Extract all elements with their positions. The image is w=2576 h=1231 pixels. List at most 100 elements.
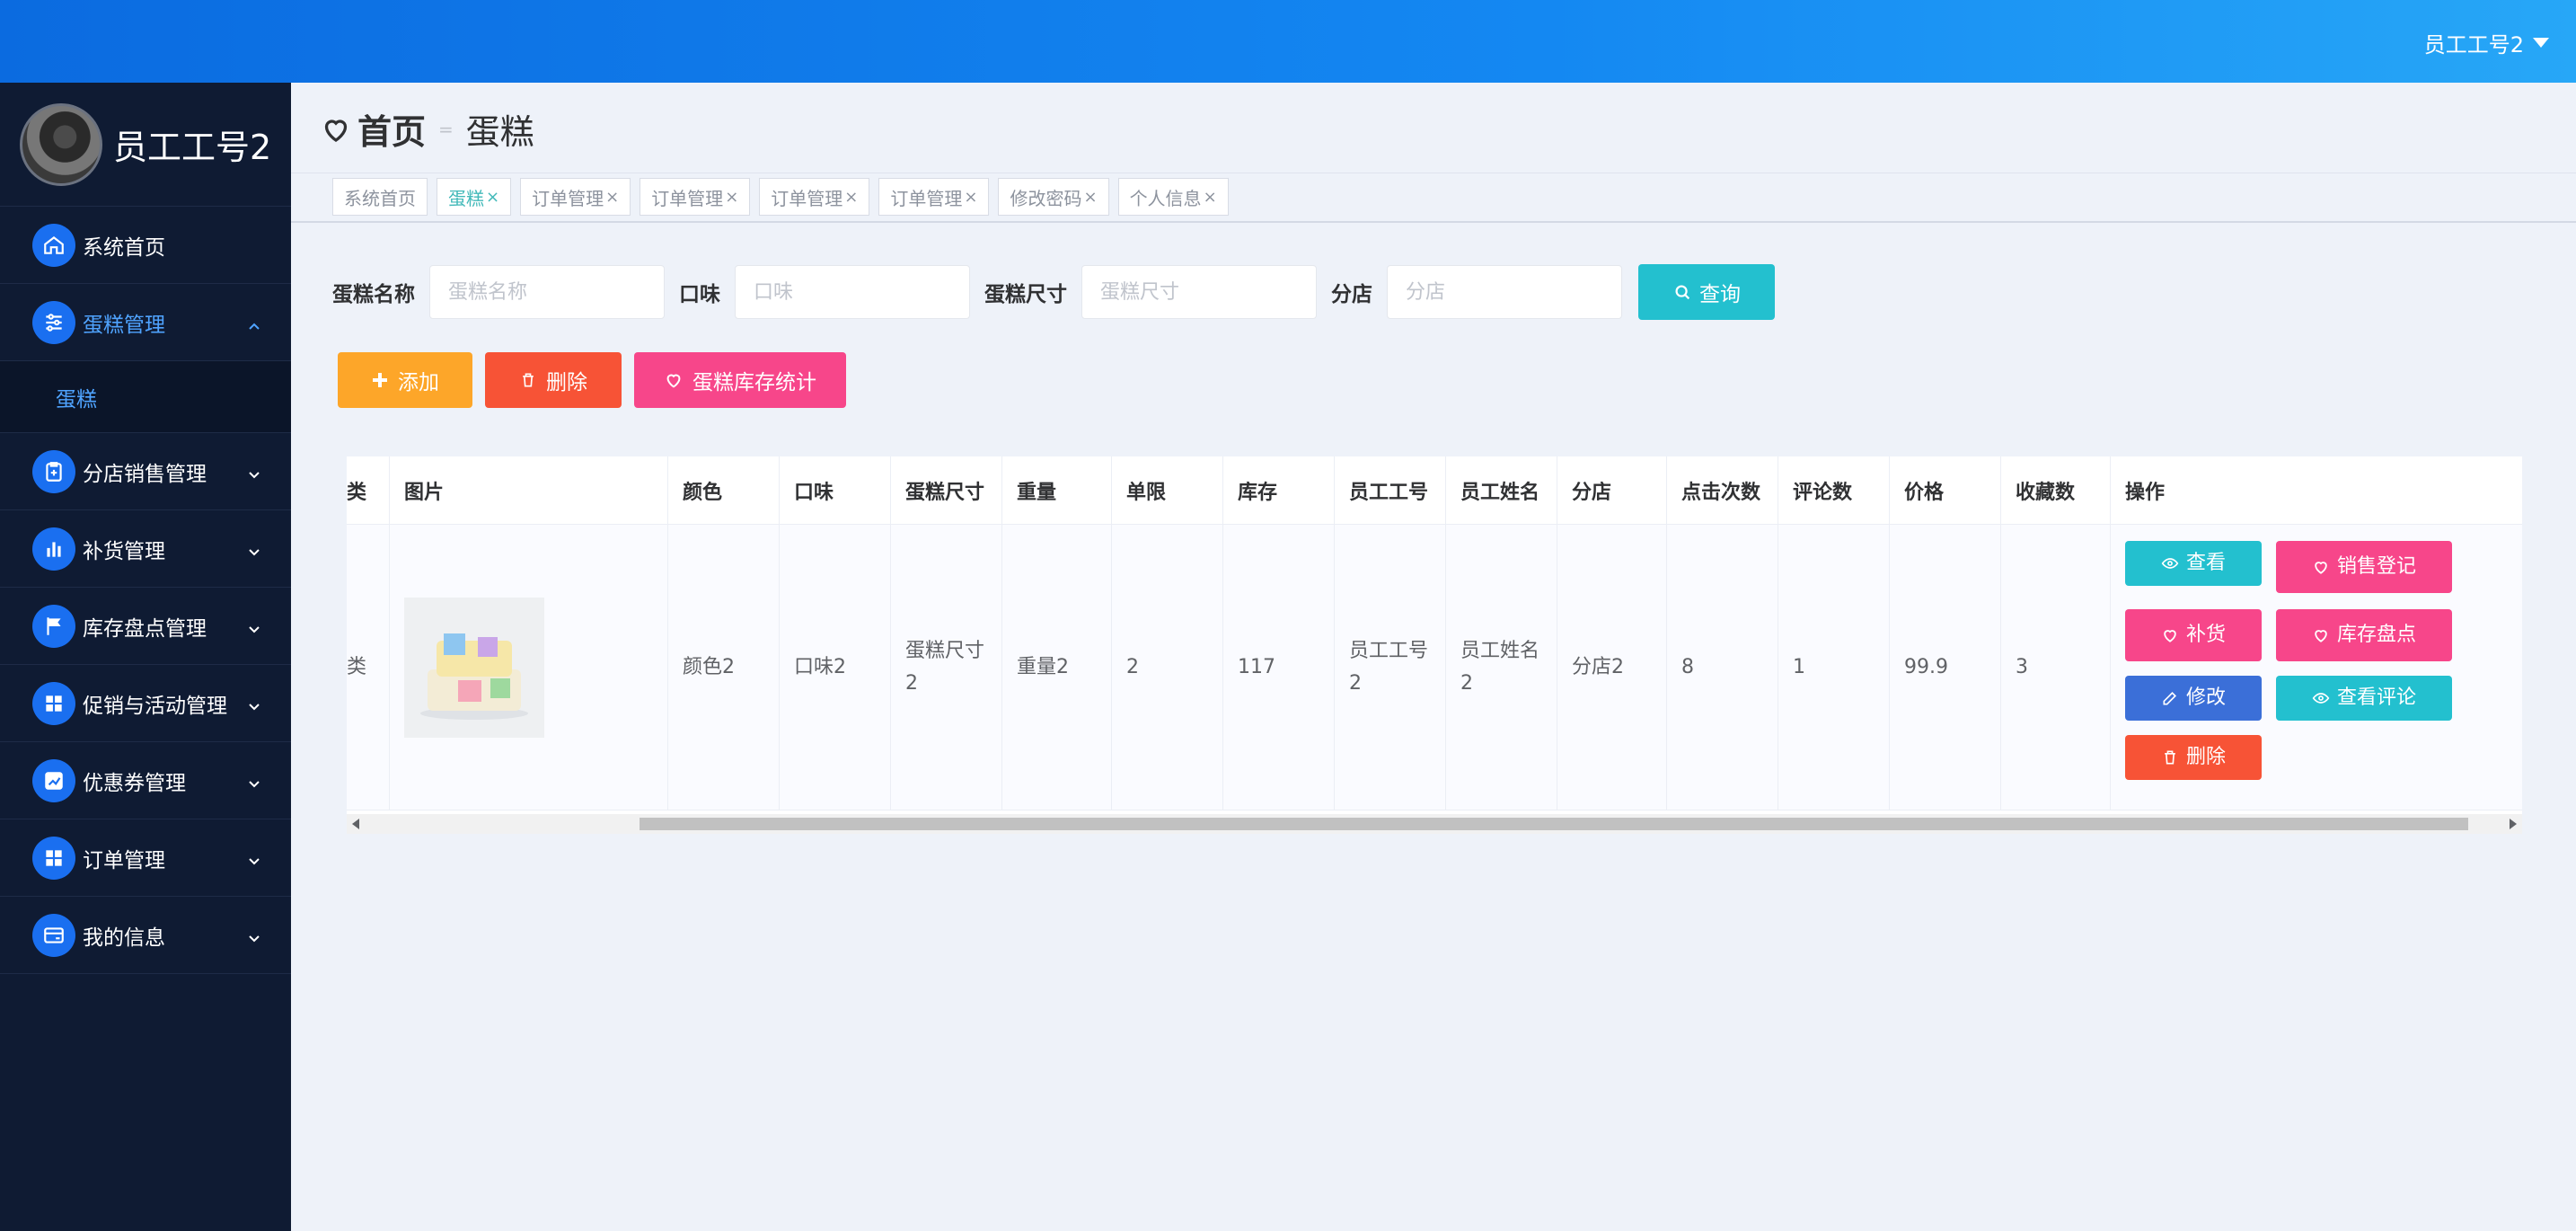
toolbar: 添加 删除 蛋糕库存统计 bbox=[338, 352, 846, 408]
column-header: 库存 bbox=[1223, 456, 1335, 524]
query-button[interactable]: 查询 bbox=[1638, 264, 1775, 320]
breadcrumb-home[interactable]: 首页 bbox=[320, 104, 426, 154]
top-bar: 员工工号2 bbox=[0, 0, 2576, 83]
close-icon[interactable]: × bbox=[605, 188, 619, 207]
sidebar-item-label: 我的信息 bbox=[83, 925, 165, 950]
plus-icon bbox=[373, 373, 387, 387]
caret-down-icon bbox=[2533, 38, 2549, 48]
edit-button-label: 修改 bbox=[2185, 686, 2226, 709]
column-header: 分店 bbox=[1557, 456, 1667, 524]
table-cell: 员工工号2 bbox=[1335, 525, 1446, 810]
sidebar-item-orders[interactable]: 订单管理 bbox=[0, 819, 291, 897]
sidebar-item-branch-sales[interactable]: 分店销售管理 bbox=[0, 433, 291, 510]
delete-button[interactable]: 删除 bbox=[485, 352, 622, 408]
tab-order-management[interactable]: 订单管理 × bbox=[520, 178, 631, 216]
tab-order-management[interactable]: 订单管理 × bbox=[759, 178, 870, 216]
table-cell: 分店2 bbox=[1557, 525, 1667, 810]
tab-order-management[interactable]: 订单管理 × bbox=[878, 178, 990, 216]
sidebar: 员工工号2 系统首页 蛋糕管理 蛋糕 分店销售管理 补货管理 库存盘点管理 促销… bbox=[0, 83, 291, 1231]
scroll-left-icon[interactable] bbox=[352, 819, 359, 829]
close-icon[interactable]: × bbox=[844, 188, 858, 207]
clipboard-icon bbox=[32, 449, 75, 493]
chevron-down-icon bbox=[248, 464, 260, 479]
cake-size-input[interactable] bbox=[1081, 265, 1317, 319]
tags-view: 系统首页 蛋糕 × 订单管理 × 订单管理 × 订单管理 × 订单管理 × 修改密码 × 个… bbox=[332, 178, 1229, 216]
inventory-stats-label: 蛋糕库存统计 bbox=[693, 371, 816, 394]
close-icon[interactable]: × bbox=[486, 188, 499, 207]
tab-cake[interactable]: 蛋糕 × bbox=[437, 178, 512, 216]
query-button-label: 查询 bbox=[1699, 283, 1741, 306]
scroll-right-icon[interactable] bbox=[2510, 819, 2517, 829]
trash-icon bbox=[2165, 750, 2175, 765]
sidebar-item-promotion[interactable]: 促销与活动管理 bbox=[0, 665, 291, 742]
breadcrumb: 首页 = 蛋糕 bbox=[320, 104, 534, 154]
tab-label: 订单管理 bbox=[651, 187, 724, 209]
sidebar-item-home[interactable]: 系统首页 bbox=[0, 207, 291, 284]
edit-icon bbox=[2163, 691, 2176, 705]
sliders-icon bbox=[32, 300, 75, 344]
sidebar-item-coupon[interactable]: 优惠券管理 bbox=[0, 742, 291, 819]
close-icon[interactable]: × bbox=[1083, 188, 1097, 207]
user-menu[interactable]: 员工工号2 bbox=[2424, 27, 2549, 58]
horizontal-scrollbar[interactable] bbox=[347, 814, 2522, 834]
inventory-stats-button[interactable]: 蛋糕库存统计 bbox=[634, 352, 846, 408]
inventory-check-label: 库存盘点 bbox=[2336, 624, 2416, 646]
add-button[interactable]: 添加 bbox=[338, 352, 472, 408]
cake-image[interactable] bbox=[404, 597, 544, 738]
close-icon[interactable]: × bbox=[964, 188, 977, 207]
tab-system-home[interactable]: 系统首页 bbox=[332, 178, 428, 216]
table-cell-actions: 查看 销售登记 补货 库存盘点 修改 查看评论 删除 bbox=[2111, 525, 2522, 810]
view-button[interactable]: 查看 bbox=[2125, 541, 2262, 586]
column-header: 图片 bbox=[390, 456, 668, 524]
trend-icon bbox=[32, 758, 75, 802]
column-header: 价格 bbox=[1890, 456, 2001, 524]
sidebar-item-label: 系统首页 bbox=[83, 235, 165, 260]
edit-button[interactable]: 修改 bbox=[2125, 676, 2262, 721]
chevron-up-icon bbox=[248, 314, 260, 330]
branch-input[interactable] bbox=[1387, 265, 1622, 319]
column-header: 操作 bbox=[2125, 481, 2166, 504]
sidebar-item-inventory[interactable]: 库存盘点管理 bbox=[0, 588, 291, 665]
table-row: 类 颜色2 口味2 蛋糕尺寸2 重量2 2 117 员工工号2 员工姓名2 分店… bbox=[347, 525, 2522, 810]
column-header: 口味 bbox=[780, 456, 891, 524]
chevron-down-icon bbox=[248, 773, 260, 788]
close-icon[interactable]: × bbox=[1204, 188, 1217, 207]
sidebar-subitem-cake[interactable]: 蛋糕 bbox=[0, 361, 291, 433]
tab-change-password[interactable]: 修改密码 × bbox=[998, 178, 1109, 216]
trash-icon bbox=[523, 373, 534, 387]
sidebar-item-cake-management[interactable]: 蛋糕管理 bbox=[0, 284, 291, 361]
close-icon[interactable]: × bbox=[725, 188, 738, 207]
profile-name: 员工工号2 bbox=[113, 128, 272, 167]
tab-label: 订单管理 bbox=[890, 187, 963, 209]
view-comments-button[interactable]: 查看评论 bbox=[2276, 676, 2452, 721]
scrollbar-thumb[interactable] bbox=[640, 818, 2468, 830]
sidebar-item-my-info[interactable]: 我的信息 bbox=[0, 897, 291, 974]
sidebar-item-label: 促销与活动管理 bbox=[83, 694, 227, 718]
column-header: 员工姓名 bbox=[1446, 456, 1557, 524]
table-cell-image bbox=[390, 525, 668, 810]
table-cell: 员工姓名2 bbox=[1446, 525, 1557, 810]
cake-name-label: 蛋糕名称 bbox=[332, 283, 415, 306]
sales-register-button[interactable]: 销售登记 bbox=[2276, 541, 2452, 593]
restock-button[interactable]: 补货 bbox=[2125, 609, 2262, 661]
delete-row-button[interactable]: 删除 bbox=[2125, 735, 2262, 780]
column-header: 收藏数 bbox=[2001, 456, 2111, 524]
sidebar-item-label: 分店销售管理 bbox=[83, 462, 207, 486]
view-button-label: 查看 bbox=[2185, 552, 2226, 574]
avatar bbox=[20, 102, 102, 186]
heart-icon bbox=[666, 374, 681, 388]
tab-order-management[interactable]: 订单管理 × bbox=[640, 178, 751, 216]
table-cell: 重量2 bbox=[1002, 525, 1112, 810]
tab-personal-info[interactable]: 个人信息 × bbox=[1117, 178, 1229, 216]
table-cell: 1 bbox=[1778, 525, 1890, 810]
column-header: 重量 bbox=[1002, 456, 1112, 524]
flavor-input[interactable] bbox=[735, 265, 970, 319]
table-cell: 类 bbox=[347, 525, 390, 810]
sidebar-item-restock[interactable]: 补货管理 bbox=[0, 510, 291, 588]
cake-name-input[interactable] bbox=[429, 265, 665, 319]
heart-icon bbox=[2164, 630, 2176, 642]
table-cell: 8 bbox=[1667, 525, 1778, 810]
inventory-check-button[interactable]: 库存盘点 bbox=[2276, 609, 2452, 661]
table-cell: 117 bbox=[1223, 525, 1335, 810]
chevron-down-icon bbox=[248, 618, 260, 633]
